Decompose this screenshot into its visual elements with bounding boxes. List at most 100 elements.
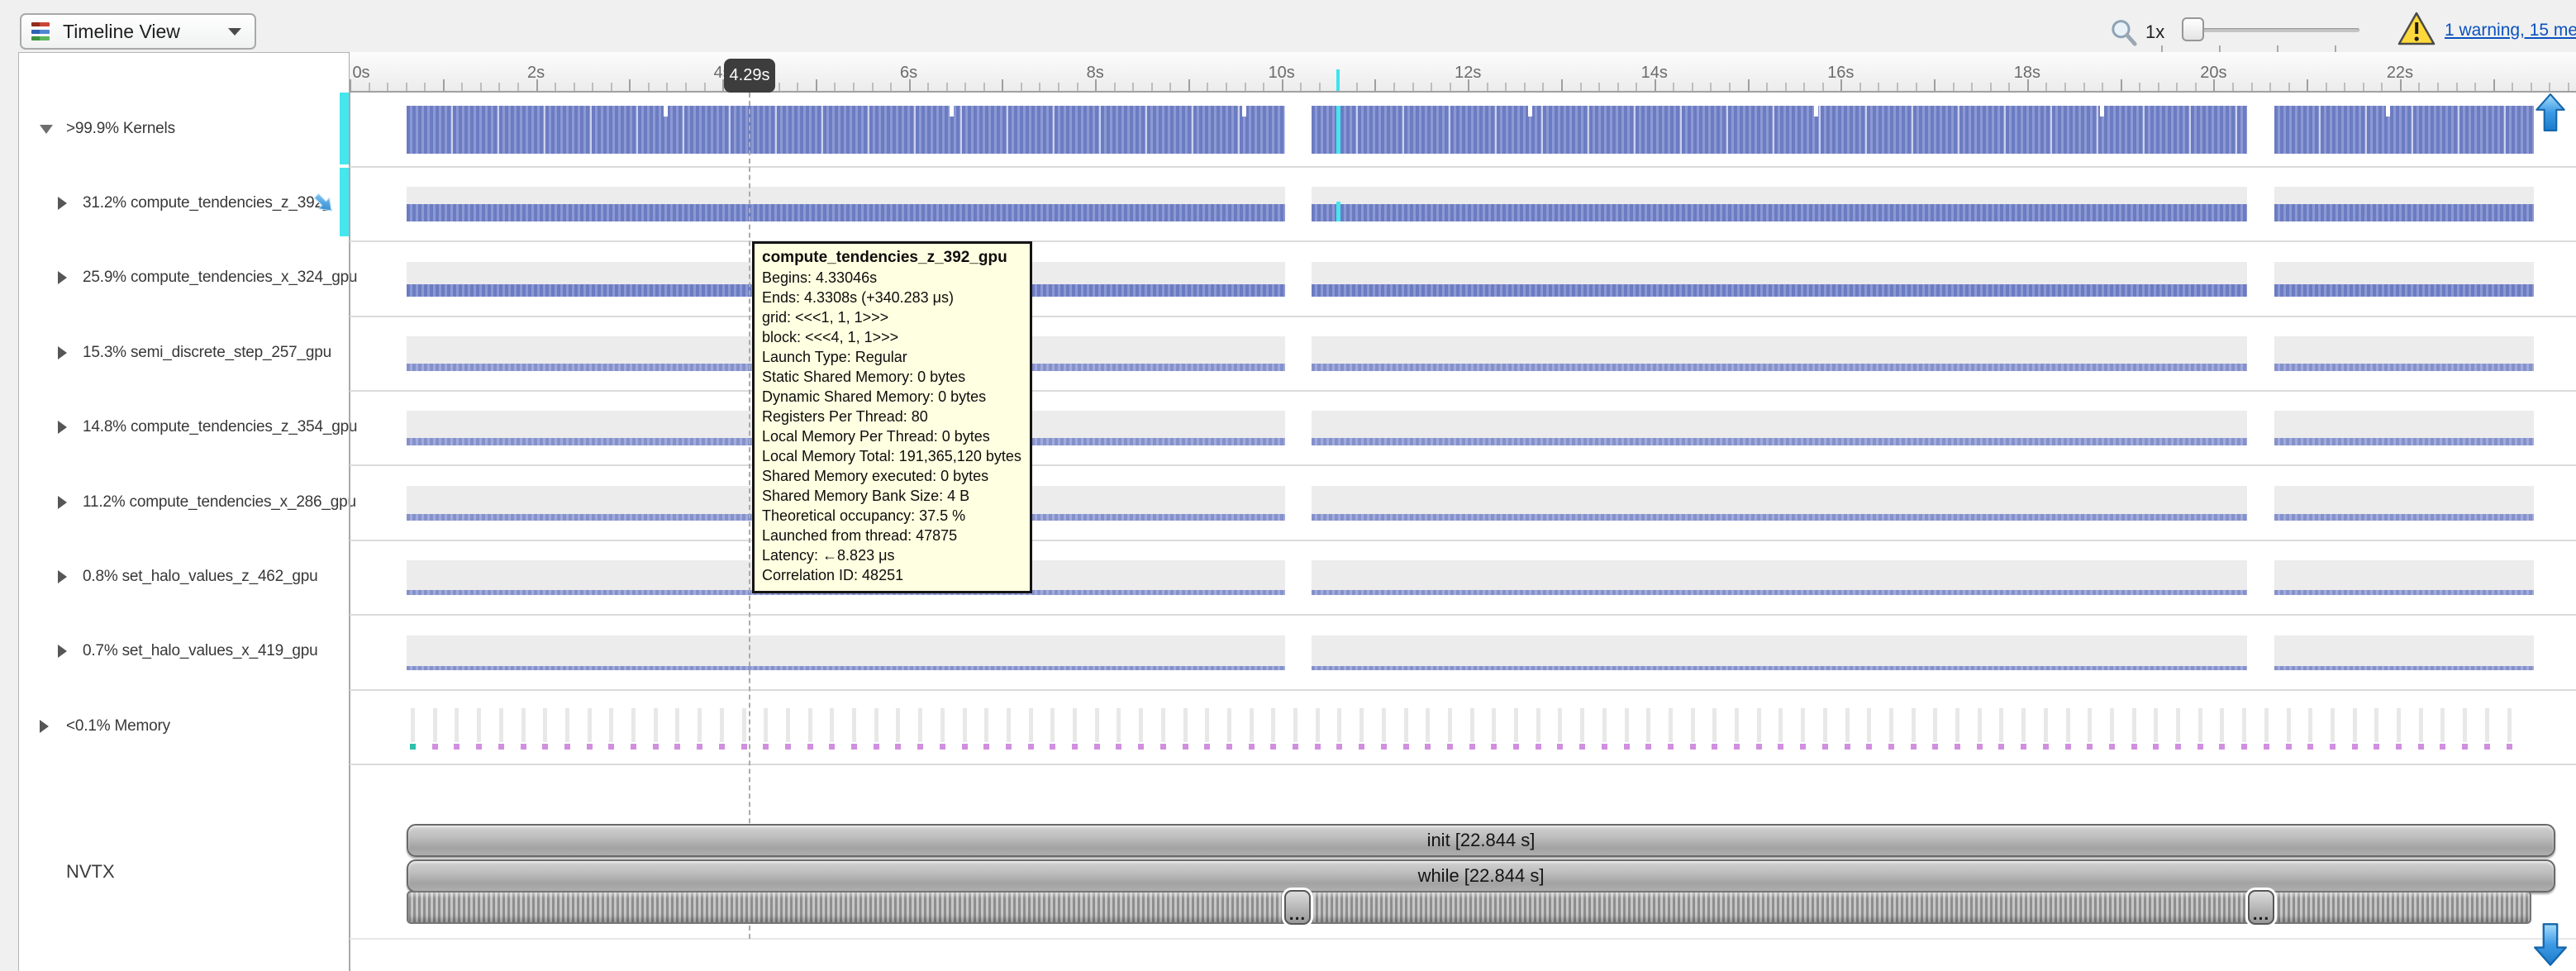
tooltip-line: Theoretical occupancy: 37.5 %: [762, 506, 1021, 526]
time-ruler[interactable]: 0s2s4s6s8s10s12s14s16s18s20s22s: [350, 52, 2576, 93]
zoom-slider-handle[interactable]: [2182, 17, 2204, 41]
kernel-activity-bar[interactable]: [2274, 284, 2534, 297]
memory-event-tick: [742, 708, 746, 742]
sidebar-item-7[interactable]: 0.7% set_halo_values_x_419_gpu: [0, 635, 347, 668]
memory-event-tick: [1625, 708, 1629, 742]
memory-event-tick: [1778, 708, 1783, 742]
zoom-level-label: 1x: [2145, 21, 2164, 43]
ruler-tick: [1356, 83, 1358, 91]
timeline-view-icon: [31, 22, 50, 40]
kernel-activity-bar[interactable]: [2274, 106, 2534, 154]
kernel-activity-bar[interactable]: [407, 204, 1285, 221]
collapsed-row-icon[interactable]: [58, 197, 67, 210]
memory-event-dot: [1160, 744, 1166, 750]
memory-event-tick: [1691, 708, 1695, 742]
sidebar-item-4[interactable]: 14.8% compute_tendencies_z_354_gpu: [0, 411, 347, 444]
kernel-activity-bar[interactable]: [1312, 438, 2247, 445]
memory-event-dot: [763, 744, 769, 750]
memory-event-dot: [2374, 744, 2379, 750]
sidebar-item-2[interactable]: 25.9% compute_tendencies_x_324_gpu: [0, 261, 347, 294]
memory-event-dot: [1050, 744, 1055, 750]
memory-event-dot: [1469, 744, 1475, 750]
memory-event-dot: [587, 744, 593, 750]
memory-event-tick: [1470, 708, 1474, 742]
kernel-activity-bar[interactable]: [2274, 590, 2534, 595]
memory-event-dot: [785, 744, 791, 750]
kernel-activity-bar[interactable]: [1312, 106, 2247, 154]
memory-event-tick: [830, 708, 834, 742]
kernel-activity-bar[interactable]: [2274, 204, 2534, 221]
kernel-activity-bar[interactable]: [2274, 438, 2534, 445]
memory-event-dot: [2484, 744, 2490, 750]
warnings-link[interactable]: 1 warning, 15 messages: [2445, 21, 2576, 40]
collapsed-row-icon[interactable]: [40, 720, 49, 733]
kernel-activity-bar[interactable]: [1312, 514, 2247, 521]
collapsed-row-icon[interactable]: [58, 570, 67, 583]
sidebar-item-0[interactable]: >99.9% Kernels: [0, 112, 347, 145]
jump-to-selection-icon[interactable]: [312, 191, 336, 216]
memory-event-tick: [2021, 708, 2026, 742]
ruler-tick: [574, 83, 575, 91]
scroll-down-icon[interactable]: [2532, 922, 2569, 967]
kernel-activity-bar[interactable]: [2274, 666, 2534, 670]
nvtx-init-label: init [22.844 s]: [1427, 830, 1536, 851]
collapsed-row-icon[interactable]: [58, 271, 67, 284]
nvtx-range-init[interactable]: init [22.844 s]: [407, 824, 2555, 857]
memory-event-dot: [498, 744, 504, 750]
ruler-tick: [1729, 83, 1731, 91]
sidebar-item-6[interactable]: 0.8% set_halo_values_z_462_gpu: [0, 560, 347, 593]
selected-event-highlight: [1336, 202, 1340, 221]
collapsed-row-icon[interactable]: [58, 645, 67, 658]
row-separator: [350, 316, 2576, 317]
collapsed-row-icon[interactable]: [58, 496, 67, 509]
kernel-activity-bar[interactable]: [1312, 364, 2247, 371]
memory-event-dot: [2264, 744, 2269, 750]
ruler-tick: [1132, 83, 1134, 91]
tree-timeline-divider[interactable]: [349, 52, 350, 971]
kernel-activity-bar[interactable]: [2274, 364, 2534, 371]
memory-event-tick: [1933, 708, 1937, 742]
zoom-slider-track[interactable]: [2182, 28, 2359, 32]
memory-event-dot: [410, 744, 416, 750]
ruler-tick: [2474, 83, 2476, 91]
ruler-tick: [2418, 83, 2420, 91]
memory-event-tick: [1492, 708, 1496, 742]
memory-event-dot: [1977, 744, 1983, 750]
memory-event-tick: [2419, 708, 2423, 742]
nvtx-range-while[interactable]: while [22.844 s]: [407, 859, 2555, 892]
ruler-tick: [1561, 79, 1563, 91]
ruler-tick: [797, 83, 798, 91]
ruler-tick: [1598, 83, 1600, 91]
ruler-tick: [2326, 83, 2327, 91]
nvtx-ellipsis-button[interactable]: ...: [1284, 890, 1311, 925]
memory-event-dot: [1425, 744, 1431, 750]
scroll-up-icon[interactable]: [2534, 93, 2567, 132]
memory-event-tick: [1161, 708, 1165, 742]
nvtx-collapsed-ranges-bar[interactable]: [407, 891, 2531, 924]
kernel-activity-bar[interactable]: [2274, 514, 2534, 521]
kernel-activity-bar[interactable]: [407, 106, 1285, 154]
sidebar-item-3[interactable]: 15.3% semi_discrete_step_257_gpu: [0, 336, 347, 369]
ruler-tick: [1971, 83, 1973, 91]
memory-event-tick: [477, 708, 481, 742]
sidebar-item-1[interactable]: 31.2% compute_tendencies_z_392_: [0, 187, 347, 220]
memory-event-tick: [874, 708, 879, 742]
memory-event-dot: [1315, 744, 1321, 750]
sidebar-item-8[interactable]: <0.1% Memory: [0, 710, 347, 743]
collapsed-row-icon[interactable]: [58, 346, 67, 359]
view-selector-dropdown[interactable]: Timeline View: [20, 13, 256, 50]
ruler-tick: [1245, 83, 1246, 91]
kernel-activity-bar[interactable]: [1312, 204, 2247, 221]
kernel-activity-bar[interactable]: [1312, 590, 2247, 595]
kernel-activity-bar[interactable]: [1312, 284, 2247, 297]
sidebar-item-5[interactable]: 11.2% compute_tendencies_x_286_gpu: [0, 486, 347, 519]
selection-row-indicator: [340, 93, 349, 164]
kernel-activity-bar[interactable]: [407, 666, 1285, 670]
kernel-activity-bar[interactable]: [1312, 666, 2247, 670]
memory-event-tick: [896, 708, 900, 742]
nvtx-ellipsis-button[interactable]: ...: [2248, 890, 2274, 925]
expanded-row-icon[interactable]: [40, 125, 53, 134]
memory-event-tick: [1250, 708, 1254, 742]
collapsed-row-icon[interactable]: [58, 421, 67, 434]
memory-event-tick: [1448, 708, 1452, 742]
